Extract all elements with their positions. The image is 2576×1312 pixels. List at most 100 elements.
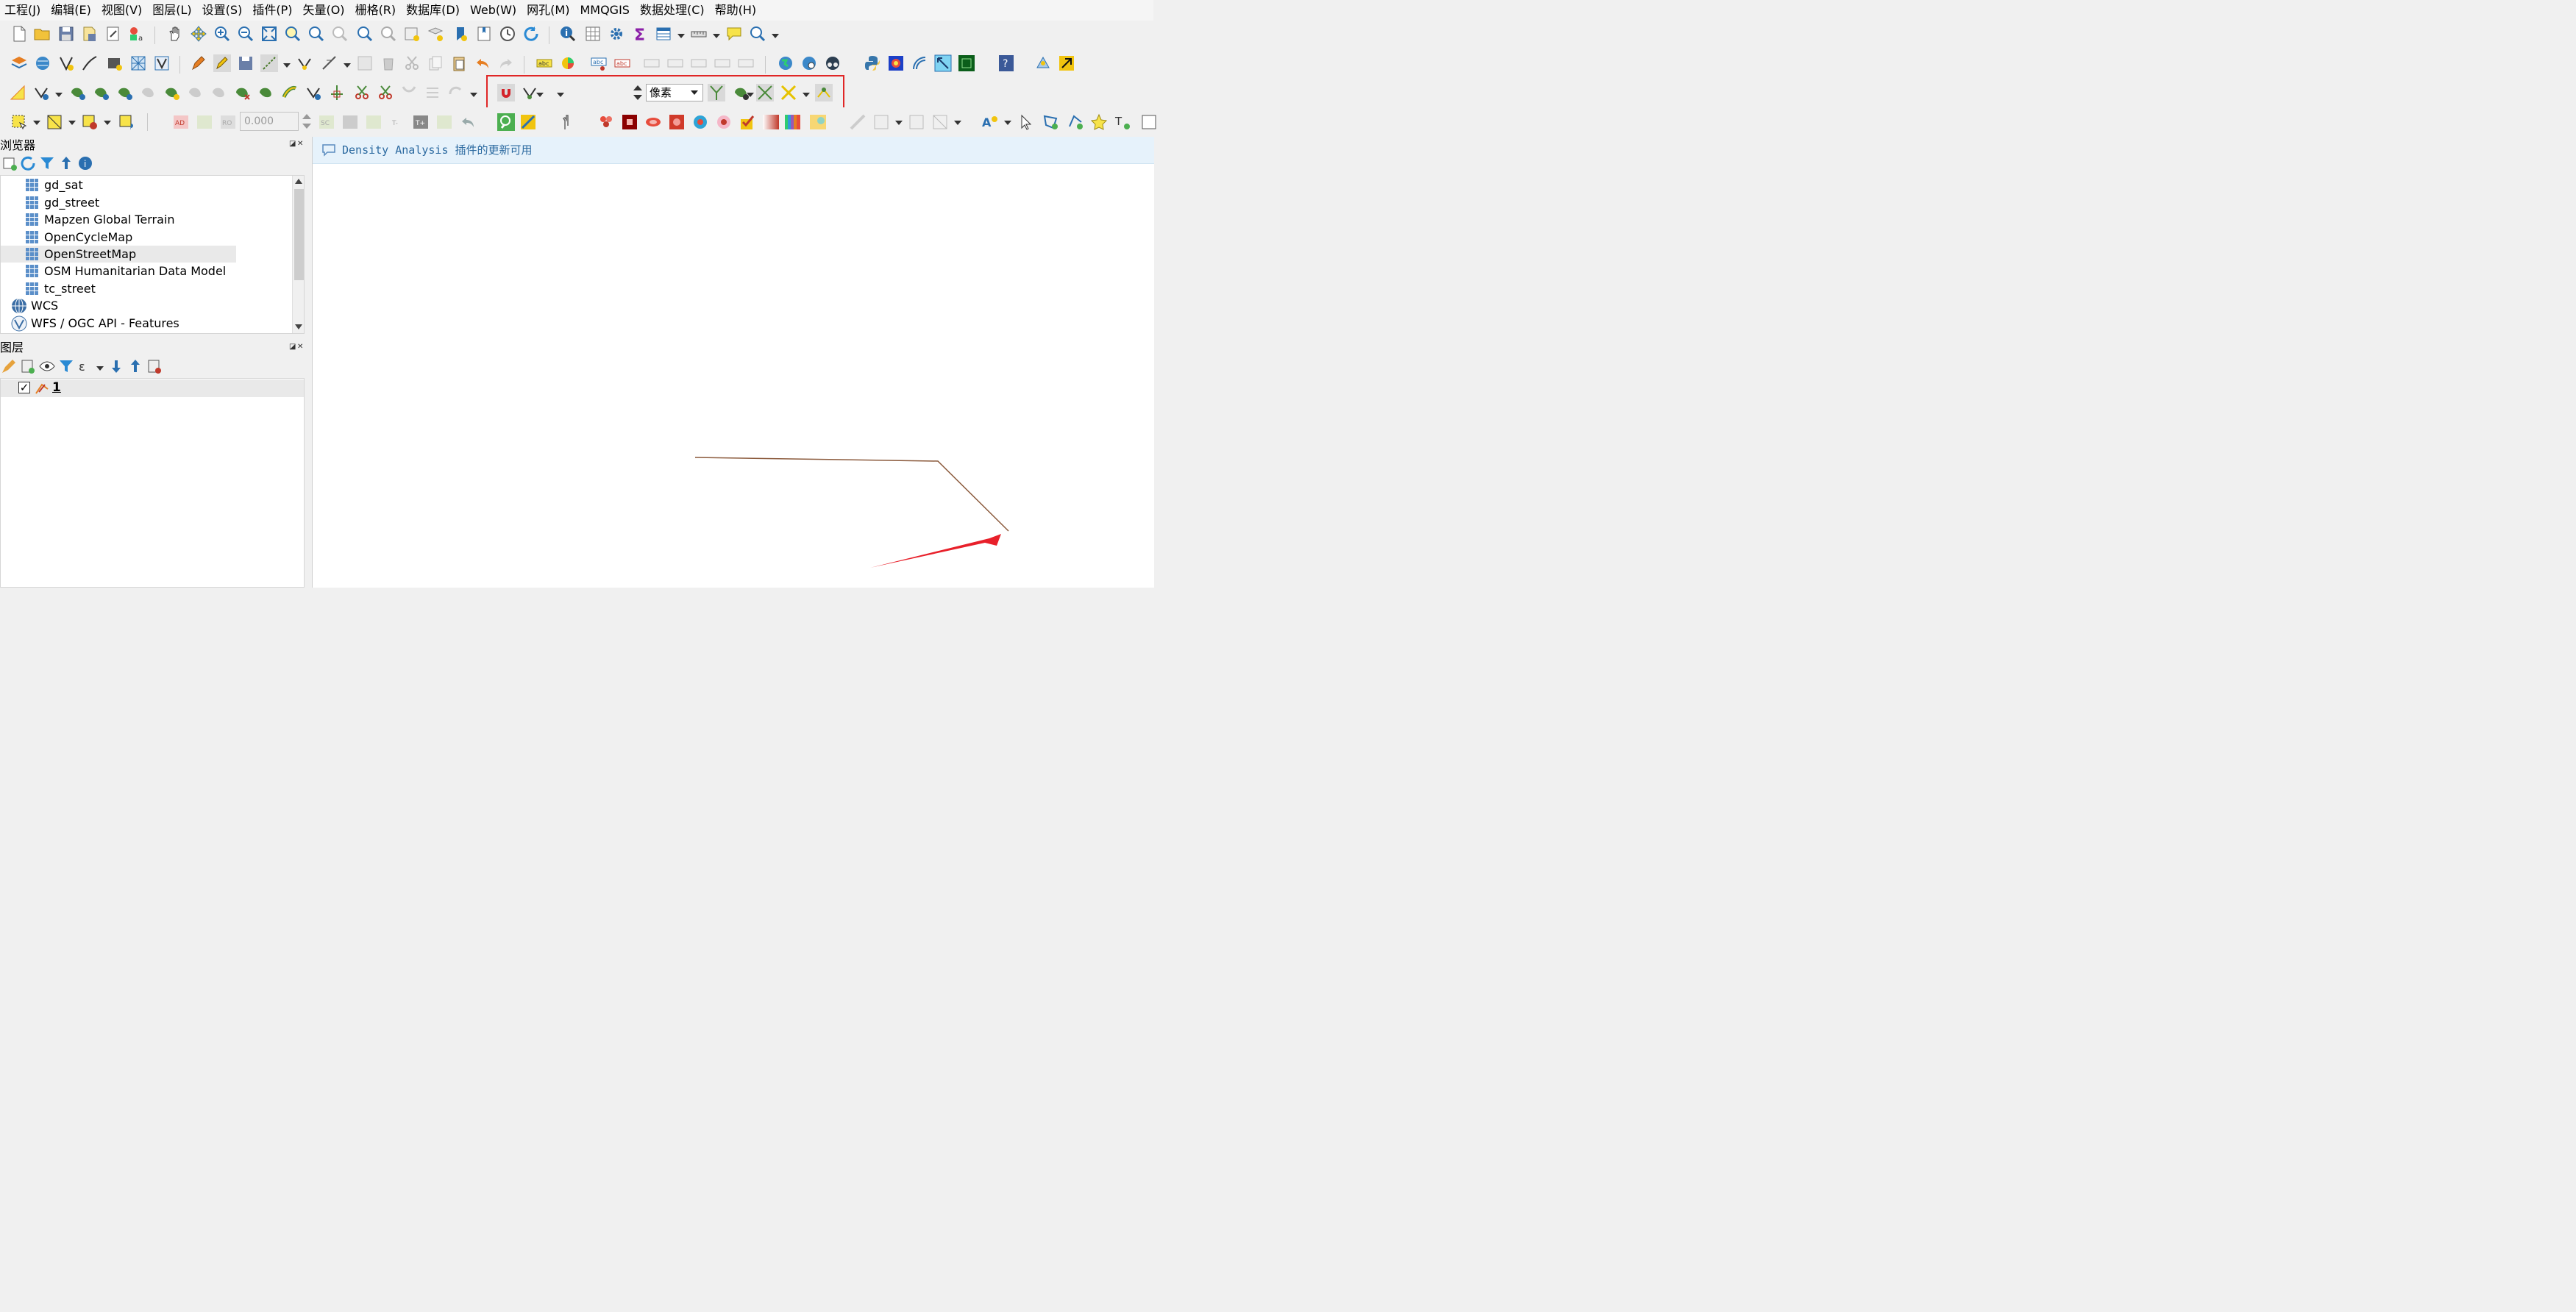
label-tool-icon[interactable]: abc [536,54,553,72]
zoom-out-icon[interactable] [237,25,255,43]
browser-float-icon[interactable]: ◪ [289,140,296,148]
browser-item-tc-street[interactable]: tc_street [1,280,291,297]
web-globe-icon[interactable] [777,54,794,72]
browser-item-wfs[interactable]: WFS / OGC API - Features [1,315,291,332]
simplify-feature-icon[interactable] [116,84,134,101]
add-layer-globe-icon[interactable] [34,54,51,72]
radar-plugin-icon[interactable] [911,54,928,72]
move-label-icon[interactable] [643,54,661,72]
rainbow-bars-icon[interactable] [784,113,802,131]
cad-sc-icon[interactable]: SC [318,113,335,131]
delete-selected-icon[interactable] [380,54,397,72]
browser-item-gd-sat[interactable]: gd_sat [1,177,291,193]
browser-item-gd-street[interactable]: gd_street [1,194,291,211]
filter-expression-dropdown[interactable] [96,359,104,377]
edit-attribute-icon[interactable] [356,54,374,72]
zoom-last-icon[interactable] [356,25,374,43]
menu-database[interactable]: 数据库(D) [402,0,466,21]
data-source-manager-icon[interactable] [10,54,28,72]
new-map-view-icon[interactable] [403,25,421,43]
create-marker-annotation-icon[interactable] [1090,113,1108,131]
hexbin-icon[interactable] [597,113,615,131]
move-feature-icon[interactable] [32,84,50,101]
select-by-value-dropdown[interactable] [68,113,76,131]
grid-heat-icon[interactable] [621,113,638,131]
scroll-up-icon[interactable] [295,179,302,184]
browser-item-opencyclemap[interactable]: OpenCycleMap [1,229,291,246]
browser-item-wcs[interactable]: WCS [1,297,291,314]
ruler-edit-icon[interactable] [849,113,867,131]
expand-all-icon[interactable] [107,357,125,375]
paste-features-icon[interactable] [450,54,468,72]
browser-item-mapzen-terrain[interactable]: Mapzen Global Terrain [1,211,291,228]
cad-ad-icon[interactable]: AD [172,113,190,131]
undo-icon[interactable] [474,54,491,72]
layers-float-icon[interactable]: ◪ [289,343,296,351]
offset-curve-icon[interactable] [281,84,299,101]
check-style-icon[interactable] [739,113,756,131]
help-question-icon[interactable]: ? [997,54,1015,72]
browser-close-icon[interactable]: ✕ [297,140,303,148]
move-feature-dropdown[interactable] [54,85,63,103]
select-features-dropdown[interactable] [32,113,40,131]
save-as-icon[interactable] [81,25,99,43]
menu-plugins[interactable]: 插件(P) [248,0,298,21]
add-mesh-icon[interactable] [129,54,147,72]
select-location-icon[interactable] [118,113,135,131]
cad-disabled2-icon[interactable] [365,113,383,131]
layer-row-1[interactable]: ✓ 1 [1,379,304,397]
reshape-features-icon[interactable] [257,84,275,101]
measure-line-icon[interactable] [690,25,708,43]
menu-raster[interactable]: 栅格(R) [351,0,402,21]
rotate-point-symbols-icon[interactable] [447,84,465,101]
cad-disabled-icon[interactable] [196,113,213,131]
new-gpx-layer-icon[interactable] [81,54,99,72]
cut-features-icon[interactable] [403,54,421,72]
zoom-to-selection-icon[interactable] [284,25,302,43]
zoom-next-icon[interactable] [380,25,397,43]
redo-icon[interactable] [497,54,515,72]
select-features-icon[interactable] [10,113,28,131]
layer-styling-brush-icon[interactable] [0,357,18,375]
delete-ring-icon[interactable] [210,84,228,101]
new-3d-map-icon[interactable] [427,25,444,43]
density-raster-icon[interactable] [668,113,686,131]
menu-help[interactable]: 帮助(H) [711,0,763,21]
browser-item-openstreetmap[interactable]: OpenStreetMap [1,246,236,263]
menu-settings[interactable]: 设置(S) [198,0,249,21]
save-edits-icon[interactable] [237,54,255,72]
add-feature-dropdown[interactable] [282,56,291,74]
cad-t-minus-icon[interactable]: T- [388,113,406,131]
create-polygon-annotation-icon[interactable] [1042,113,1059,131]
add-group-icon[interactable] [19,357,37,375]
print-layout-icon[interactable] [104,25,122,43]
cad-back-icon[interactable] [459,113,477,131]
locator-dropdown[interactable] [771,26,779,44]
highlight-label-icon[interactable]: abc [613,54,631,72]
browser-scrollbar[interactable] [292,176,304,333]
split-features-icon[interactable] [353,84,371,101]
browser-filter-icon[interactable] [38,154,56,172]
menu-processing[interactable]: 数据处理(C) [636,0,711,21]
diagram-tool-icon[interactable] [559,54,577,72]
pan-hand-icon[interactable] [166,25,184,43]
go-arrow-plugin-icon[interactable] [1058,54,1075,72]
menu-mmqgis[interactable]: MMQGIS [575,0,635,21]
remove-layer-icon[interactable] [146,357,163,375]
green-board-plugin-icon[interactable] [958,54,975,72]
refresh-icon[interactable] [522,25,540,43]
add-line-feature-icon[interactable] [260,54,278,72]
scale-feature-icon[interactable] [93,84,110,101]
menu-mesh[interactable]: 网孔(M) [522,0,575,21]
new-bookmark-icon[interactable] [452,25,469,43]
deselect-dropdown[interactable] [103,113,111,131]
modify-attributes-icon[interactable] [321,54,338,72]
open-project-icon[interactable] [33,25,51,43]
qgis2web-icon[interactable] [519,113,537,131]
gradient-red-icon[interactable] [762,113,780,131]
zoom-to-layer-icon[interactable] [307,25,325,43]
filter-expression-icon[interactable]: ε [77,357,94,375]
menu-edit[interactable]: 编辑(E) [46,0,97,21]
save-project-icon[interactable] [57,25,75,43]
add-part-icon[interactable] [163,84,181,101]
